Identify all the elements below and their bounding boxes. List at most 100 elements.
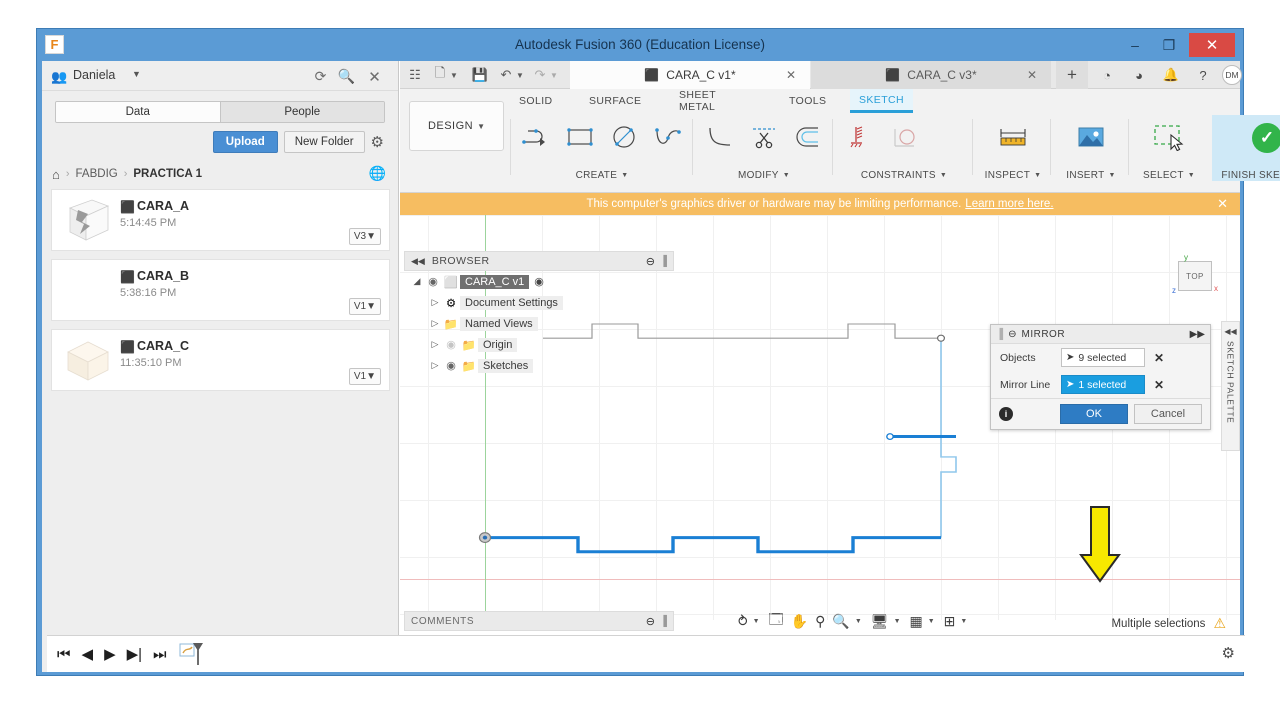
line-tool-button[interactable] (514, 116, 558, 158)
eye-icon[interactable]: ◉ (424, 275, 442, 288)
select-tool-button[interactable] (1147, 116, 1191, 158)
recent-icon[interactable]: ◕ (1129, 66, 1149, 84)
close-panel-icon[interactable]: ✕ (365, 67, 384, 86)
minimize-panel-icon[interactable]: ⊖ (646, 255, 655, 268)
help-icon[interactable]: ? (1193, 66, 1213, 84)
user-name-label[interactable]: Daniela (73, 68, 115, 82)
breadcrumb-item-fabdig[interactable]: FABDIG (76, 168, 118, 180)
circle-tool-button[interactable] (602, 116, 646, 158)
expand-arrow-icon[interactable]: ▷ (428, 318, 442, 329)
ok-button[interactable]: OK (1060, 404, 1128, 424)
fillet-tool-button[interactable] (698, 116, 742, 158)
chevron-down-icon[interactable]: ▼ (549, 66, 559, 84)
viewports-icon[interactable]: ⊞ (942, 610, 958, 632)
ribbon-group-finish-sketch[interactable]: ✓ FINISH SKETCH ▼ (1212, 115, 1280, 181)
collapse-icon[interactable]: ◀◀ (411, 256, 425, 267)
offset-tool-button[interactable] (786, 116, 830, 158)
look-at-icon[interactable]: 🗔 (767, 610, 786, 632)
collapse-icon[interactable]: ◀◀ (1224, 327, 1236, 336)
zoom-icon[interactable]: 🔍 (830, 610, 851, 632)
expand-arrow-icon[interactable]: ▷ (428, 297, 442, 308)
timeline-play-button[interactable]: ▶ (104, 645, 116, 663)
tab-solid[interactable]: SOLID (510, 89, 562, 113)
chevron-down-icon[interactable]: ▼ (515, 66, 525, 84)
mirror-dialog[interactable]: ▐ ⊖ MIRROR ▶▶ Objects ➤ 9 selected ✕ Mir… (990, 324, 1211, 430)
expand-arrow-icon[interactable]: ◢ (410, 276, 424, 287)
refresh-icon[interactable]: ⟳ (311, 67, 330, 86)
display-settings-icon[interactable]: 🖥 (869, 610, 891, 632)
timeline-sketch-marker[interactable] (179, 641, 205, 667)
new-folder-button[interactable]: New Folder (283, 131, 365, 153)
close-icon[interactable]: ✕ (1217, 196, 1228, 212)
expand-arrow-icon[interactable]: ▷ (428, 360, 442, 371)
document-tab-cara-c-v1[interactable]: ⬛ CARA_C v1* ✕ (570, 61, 810, 89)
maximize-button[interactable]: ❐ (1153, 33, 1185, 57)
timeline-first-button[interactable]: ⏮ (57, 646, 71, 663)
list-item[interactable]: ⬛ CARA_A 5:14:45 PM V3▼ (51, 189, 390, 251)
new-file-icon[interactable]: 🗋 (432, 65, 448, 84)
warning-icon[interactable]: ⚠ (1213, 615, 1226, 632)
eye-icon[interactable]: ◉ (442, 338, 460, 351)
chevron-down-icon[interactable]: ▼ (940, 172, 947, 179)
document-tab-cara-c-v3[interactable]: ⬛ CARA_C v3* ✕ (811, 61, 1051, 89)
clear-objects-icon[interactable]: ✕ (1154, 351, 1164, 365)
chevron-down-icon[interactable]: ▼ (928, 618, 935, 625)
chevron-down-icon[interactable]: ▼ (1034, 172, 1041, 179)
globe-icon[interactable]: 🌐 (369, 165, 386, 182)
spline-tool-button[interactable] (646, 116, 690, 158)
timeline-next-button[interactable]: ▶| (127, 645, 142, 663)
new-tab-button[interactable]: + (1056, 61, 1088, 89)
chevron-down-icon[interactable]: ▼ (894, 618, 901, 625)
upload-button[interactable]: Upload (212, 131, 278, 153)
save-icon[interactable]: 💾 (472, 66, 488, 84)
design-workspace-selector[interactable]: DESIGN ▼ (409, 101, 504, 151)
search-icon[interactable]: 🔍 (337, 67, 356, 86)
sketch-palette-tab[interactable]: ◀◀ SKETCH PALETTE (1221, 321, 1240, 451)
fix-constraint-button[interactable] (838, 116, 882, 158)
timeline-last-button[interactable]: ⏭ (153, 646, 167, 663)
close-icon[interactable]: ✕ (1027, 68, 1037, 82)
pan-icon[interactable]: ✋ (789, 610, 810, 632)
zoom-window-icon[interactable]: ⚲ (813, 610, 827, 632)
measure-tool-button[interactable] (991, 116, 1035, 158)
tree-node-document-settings[interactable]: ▷ ⚙ Document Settings (404, 292, 674, 313)
clear-mirror-line-icon[interactable]: ✕ (1154, 378, 1164, 392)
close-icon[interactable]: ✕ (786, 68, 796, 82)
mirror-line-selection-field[interactable]: ➤ 1 selected (1061, 375, 1145, 394)
job-status-icon[interactable]: ◔ (1097, 66, 1117, 84)
resize-grip-icon[interactable]: ▐ (660, 616, 667, 627)
chevron-down-icon[interactable]: ▼ (753, 618, 760, 625)
notifications-bell-icon[interactable]: 🔔 (1161, 66, 1181, 84)
drag-grip-icon[interactable]: ▐ (996, 329, 1003, 340)
chevron-down-icon[interactable]: ▼ (132, 69, 141, 79)
grid-snaps-icon[interactable]: ▦ (908, 610, 925, 632)
learn-more-link[interactable]: Learn more here. (965, 198, 1053, 210)
view-cube-face-top[interactable]: TOP (1178, 261, 1212, 291)
minimize-panel-icon[interactable]: ⊖ (646, 615, 655, 628)
home-icon[interactable]: ⌂ (52, 167, 60, 182)
avatar[interactable]: DM (1222, 65, 1242, 85)
tab-surface[interactable]: SURFACE (580, 89, 650, 113)
tab-sketch[interactable]: SKETCH (850, 89, 913, 113)
sketch-canvas[interactable]: ◀◀ BROWSER ⊖ ▐ ◢ ◉ ⬜ CARA_C v1 ◉ ▷ ⚙ Doc… (400, 215, 1240, 620)
expand-icon[interactable]: ▶▶ (1190, 329, 1205, 340)
chevron-down-icon[interactable]: ▼ (1109, 172, 1116, 179)
timeline-prev-button[interactable]: ◀ (82, 645, 94, 663)
chevron-down-icon[interactable]: ▼ (449, 66, 459, 84)
chevron-down-icon[interactable]: ▼ (960, 618, 967, 625)
timeline-settings-gear-icon[interactable]: ⚙ (1222, 644, 1235, 662)
list-item[interactable]: ⬛ CARA_B 5:38:16 PM V1▼ (51, 259, 390, 321)
expand-arrow-icon[interactable]: ▷ (428, 339, 442, 350)
info-icon[interactable]: i (999, 407, 1013, 421)
tab-sheet-metal[interactable]: SHEET METAL (670, 89, 725, 113)
activate-target-icon[interactable]: ◉ (534, 275, 544, 288)
version-badge[interactable]: V1▼ (348, 368, 381, 385)
view-cube[interactable]: TOP z y x (1172, 253, 1218, 295)
tree-node-origin[interactable]: ▷ ◉ 📁 Origin (404, 334, 674, 355)
redo-icon[interactable]: ↷ (532, 66, 548, 84)
chevron-down-icon[interactable]: ▼ (855, 618, 862, 625)
gear-icon[interactable]: ⚙ (371, 133, 384, 151)
rectangle-tool-button[interactable] (558, 116, 602, 158)
collapse-dialog-icon[interactable]: ⊖ (1008, 329, 1016, 340)
tree-node-cara-c-v1[interactable]: ◢ ◉ ⬜ CARA_C v1 ◉ (404, 271, 674, 292)
